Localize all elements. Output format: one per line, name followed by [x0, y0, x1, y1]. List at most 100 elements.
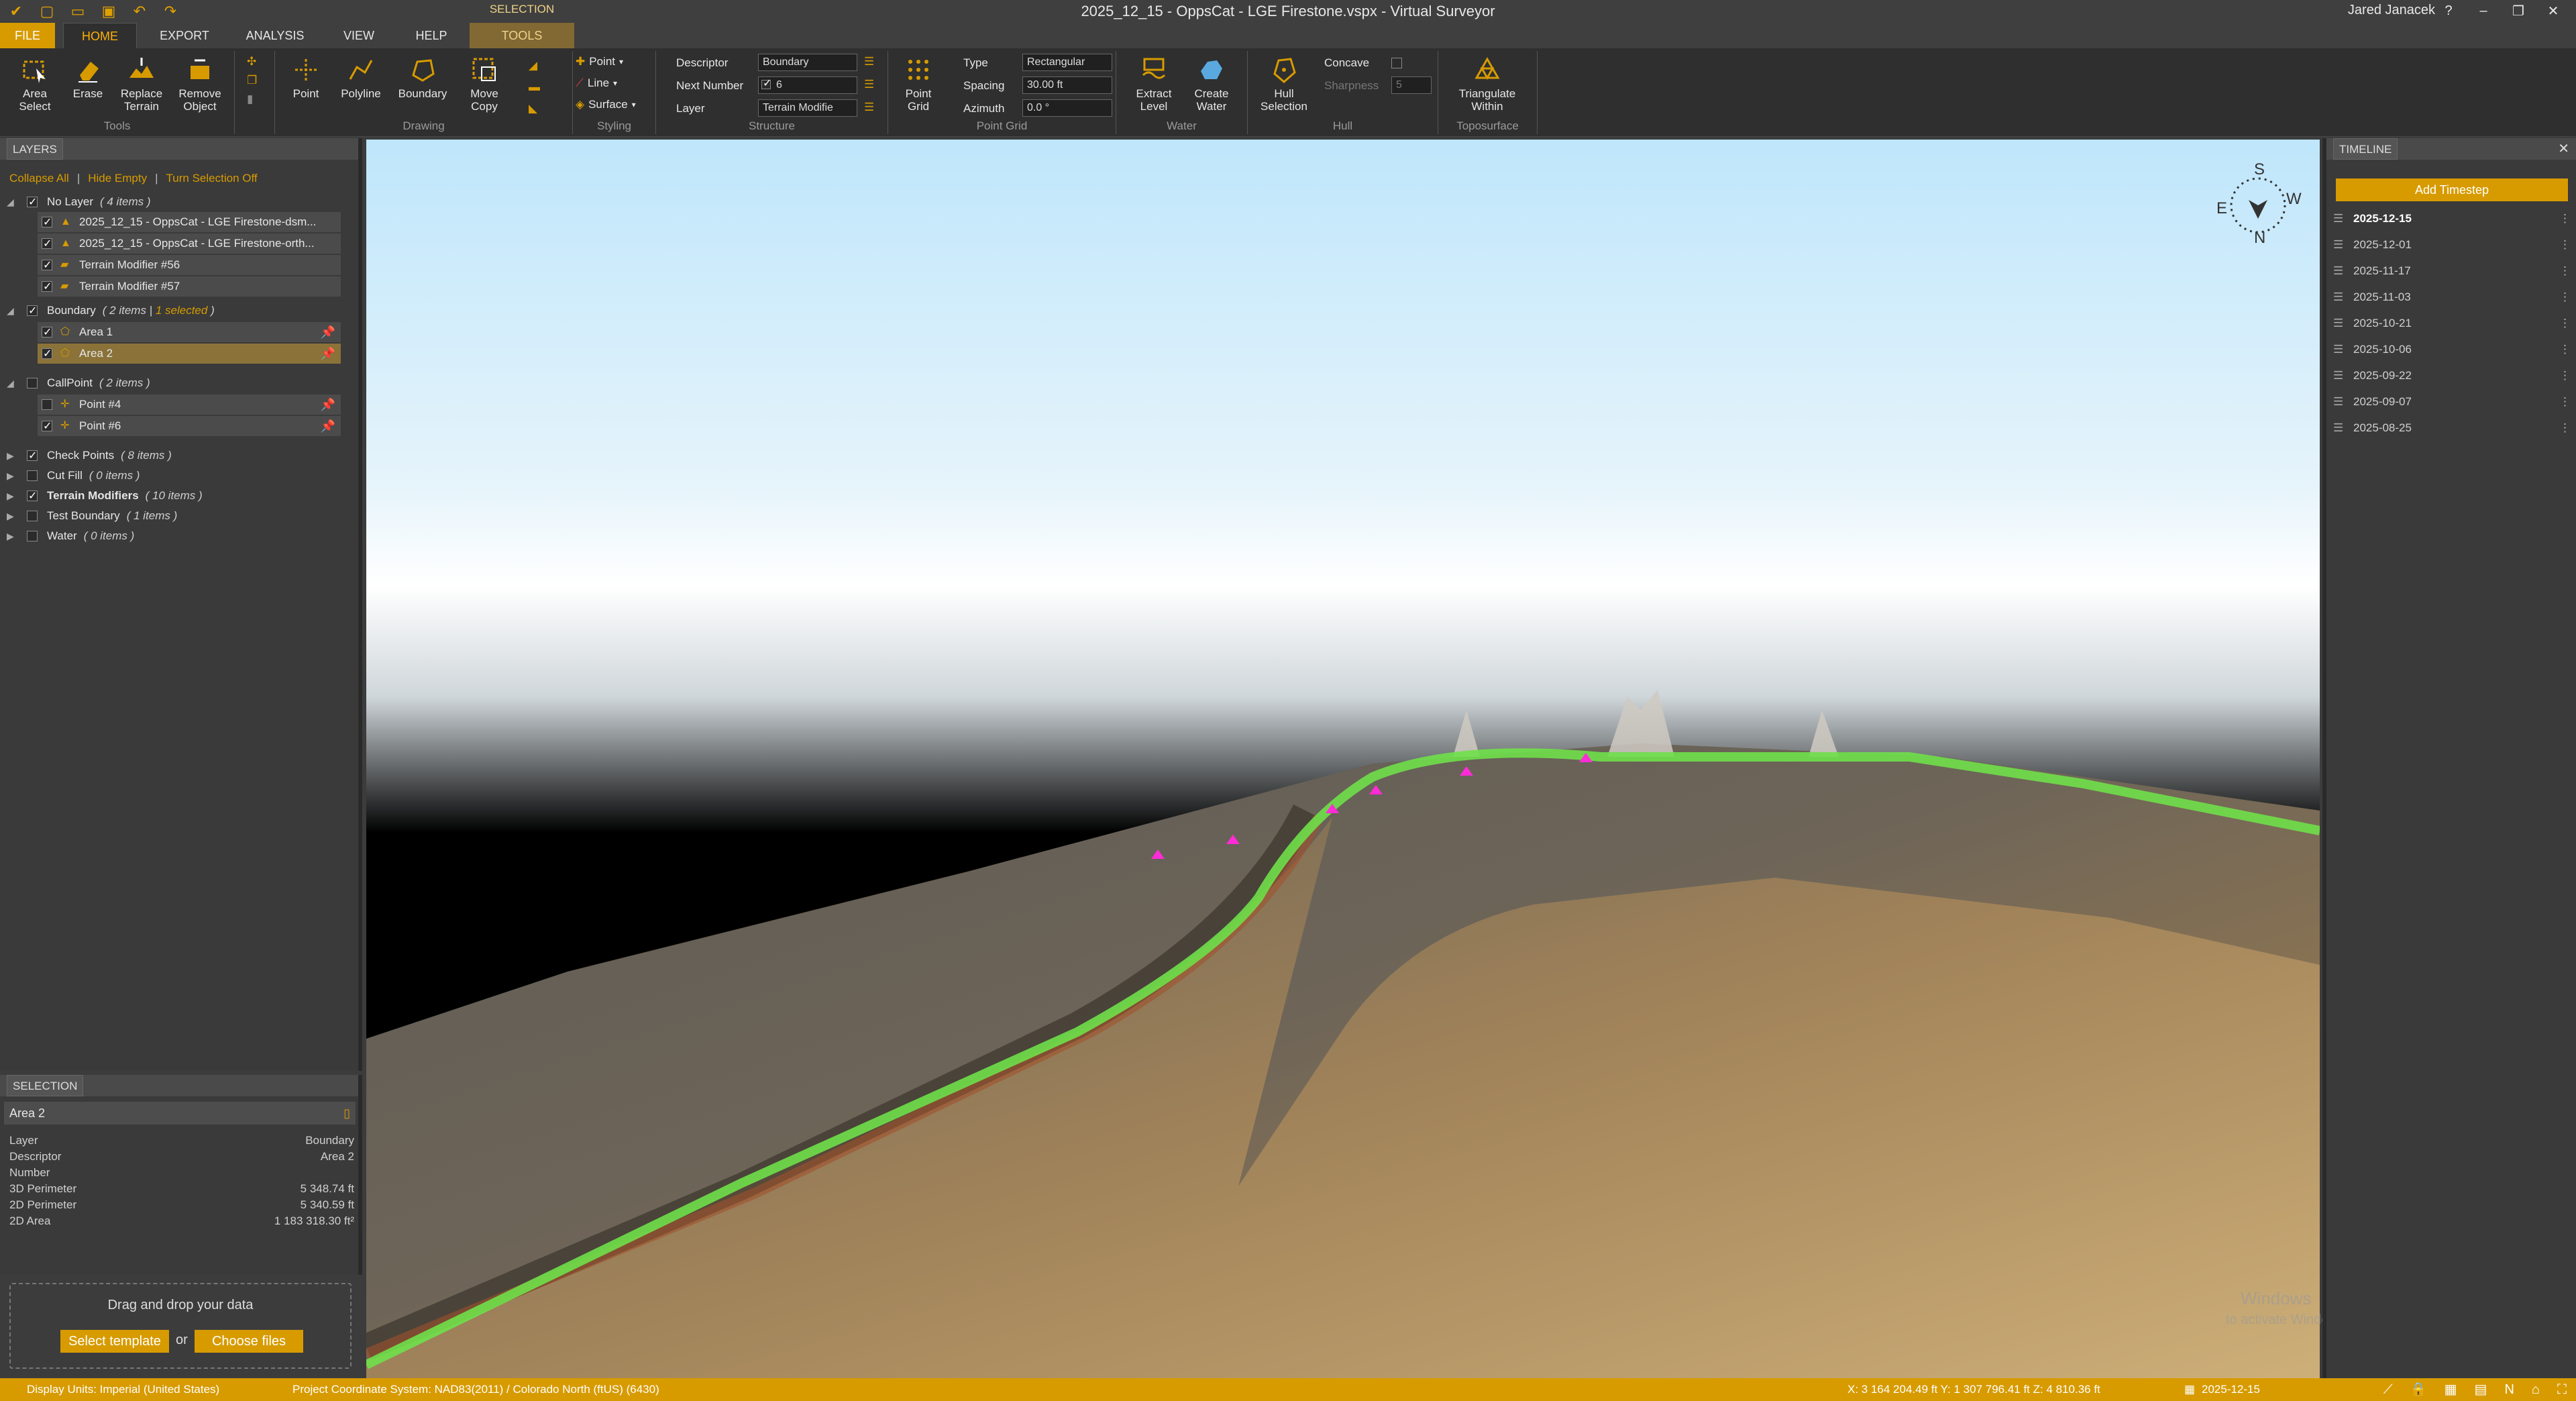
next-number-checkbox[interactable]: [761, 76, 771, 92]
lock-icon[interactable]: 🔒: [2410, 1378, 2427, 1401]
hide-empty-link[interactable]: Hide Empty: [88, 172, 147, 185]
render-icon[interactable]: ▤: [2475, 1378, 2487, 1401]
drag-handle-icon[interactable]: ☰: [2333, 287, 2343, 308]
tab-help[interactable]: HELP: [401, 23, 462, 48]
tab-file[interactable]: FILE: [0, 23, 55, 48]
timeline-item-active[interactable]: ☰ 2025-12-15 ⋮: [2333, 208, 2571, 229]
more-options-icon[interactable]: ⋮: [2559, 260, 2571, 282]
turn-selection-off-link[interactable]: Turn Selection Off: [166, 172, 258, 185]
area-select-button[interactable]: Area Select: [9, 55, 60, 113]
type-dropdown[interactable]: Rectangular: [1022, 54, 1112, 71]
timeline-item[interactable]: ☰ 2025-09-22 ⋮: [2333, 365, 2571, 386]
layer-group-terrain-modifiers[interactable]: ▶ Terrain Modifiers ( 10 items ): [0, 486, 358, 507]
layer-item[interactable]: ⬠ Area 1 📌: [38, 322, 341, 343]
tab-tools[interactable]: TOOLS: [470, 23, 574, 48]
home-view-icon[interactable]: ⌂: [2532, 1378, 2540, 1401]
concave-checkbox[interactable]: [1391, 58, 1402, 68]
close-icon[interactable]: ✕: [2558, 138, 2569, 160]
move-copy-button[interactable]: Move Copy: [460, 55, 508, 113]
collapse-icon[interactable]: ◢: [7, 301, 14, 321]
more-options-icon[interactable]: ⋮: [2559, 365, 2571, 386]
layer-item[interactable]: ✛ Point #6 📌: [38, 416, 341, 437]
pin-icon[interactable]: 📌: [321, 322, 335, 342]
layer-visibility-checkbox[interactable]: [27, 531, 38, 541]
expand-icon[interactable]: ▶: [7, 446, 14, 466]
minimize-icon[interactable]: –: [2466, 0, 2501, 21]
compass[interactable]: S E W N: [2211, 158, 2305, 252]
choose-files-button[interactable]: Choose files: [195, 1330, 303, 1353]
layer-group-no-layer[interactable]: ◢ No Layer ( 4 items ): [0, 192, 358, 213]
tab-view[interactable]: VIEW: [329, 23, 389, 48]
spacing-field[interactable]: 30.00 ft: [1022, 76, 1112, 94]
create-water-button[interactable]: Create Water: [1185, 55, 1238, 113]
tab-analysis[interactable]: ANALYSIS: [235, 23, 315, 48]
style-point-button[interactable]: ✚ Point ▾: [576, 55, 623, 68]
layer-visibility-checkbox[interactable]: [27, 378, 38, 388]
next-number-field[interactable]: 6: [758, 76, 857, 94]
layers-panel-tab[interactable]: LAYERS: [7, 138, 63, 160]
timeline-panel-tab[interactable]: TIMELINE: [2333, 138, 2398, 160]
timeline-item[interactable]: ☰ 2025-09-07 ⋮: [2333, 391, 2571, 413]
copy-icon[interactable]: ❐: [247, 74, 257, 87]
layer-item-checkbox[interactable]: [42, 399, 52, 410]
point-grid-button[interactable]: Point Grid: [898, 55, 939, 113]
user-name[interactable]: Jared Janacek: [2348, 3, 2435, 18]
3d-viewport[interactable]: [366, 140, 2320, 1378]
drag-handle-icon[interactable]: ☰: [2333, 234, 2343, 256]
drag-handle-icon[interactable]: ☰: [2333, 417, 2343, 439]
timeline-item[interactable]: ☰ 2025-11-17 ⋮: [2333, 260, 2571, 282]
drag-handle-icon[interactable]: ☰: [2333, 365, 2343, 386]
expand-icon[interactable]: ▶: [7, 526, 14, 546]
drag-handle-icon[interactable]: ☰: [2333, 313, 2343, 334]
measure-icon[interactable]: ⟋: [2383, 1378, 2393, 1401]
layer-group-test-boundary[interactable]: ▶ Test Boundary ( 1 items ): [0, 506, 358, 526]
elevation-flat-icon[interactable]: ▬: [529, 81, 540, 94]
collapse-icon[interactable]: ◢: [7, 373, 14, 393]
layer-item-checkbox[interactable]: [42, 323, 52, 343]
layer-visibility-checkbox[interactable]: [27, 470, 38, 481]
add-timestep-button[interactable]: Add Timestep: [2336, 178, 2568, 201]
azimuth-field[interactable]: 0.0 °: [1022, 99, 1112, 117]
pin-icon[interactable]: 📌: [321, 395, 335, 415]
delete-selection-icon[interactable]: ▯: [343, 1102, 350, 1125]
layer-visibility-checkbox[interactable]: [27, 193, 38, 213]
drag-handle-icon[interactable]: ☰: [2333, 391, 2343, 413]
tab-home[interactable]: HOME: [63, 23, 137, 48]
layer-group-boundary[interactable]: ◢ Boundary ( 2 items | 1 selected ): [0, 301, 358, 321]
layer-visibility-checkbox[interactable]: [27, 301, 38, 321]
elevation-down-icon[interactable]: ◣: [529, 102, 537, 115]
north-icon[interactable]: N: [2504, 1378, 2514, 1401]
boundary-button[interactable]: Boundary: [393, 55, 452, 100]
help-icon[interactable]: ?: [2431, 0, 2466, 21]
fullscreen-icon[interactable]: ⛶: [2557, 1378, 2567, 1401]
hull-selection-button[interactable]: Hull Selection: [1257, 55, 1311, 113]
more-options-icon[interactable]: ⋮: [2559, 287, 2571, 308]
delete-icon[interactable]: ▮: [247, 93, 253, 106]
layer-item[interactable]: ▰ Terrain Modifier #57: [38, 276, 341, 297]
layer-group-check-points[interactable]: ▶ Check Points ( 8 items ): [0, 446, 358, 466]
replace-terrain-button[interactable]: Replace Terrain: [114, 55, 169, 113]
selection-panel-tab[interactable]: SELECTION: [7, 1075, 84, 1096]
layer-visibility-checkbox[interactable]: [27, 486, 38, 507]
more-options-icon[interactable]: ⋮: [2559, 339, 2571, 360]
more-options-icon[interactable]: ⋮: [2559, 208, 2571, 229]
pin-icon[interactable]: 📌: [321, 416, 335, 436]
expand-icon[interactable]: ▶: [7, 466, 14, 486]
layer-group-callpoint[interactable]: ◢ CallPoint ( 2 items ): [0, 373, 358, 393]
display-units[interactable]: Display Units: Imperial (United States): [27, 1378, 219, 1401]
extract-level-button[interactable]: Extract Level: [1127, 55, 1181, 113]
timeline-item[interactable]: ☰ 2025-11-03 ⋮: [2333, 287, 2571, 308]
maximize-icon[interactable]: ❐: [2501, 0, 2536, 21]
sharpness-field[interactable]: 5: [1391, 76, 1432, 94]
layer-item-checkbox[interactable]: [42, 417, 52, 437]
layer-dropdown[interactable]: Terrain Modifie: [758, 99, 857, 117]
layer-group-cut-fill[interactable]: ▶ Cut Fill ( 0 items ): [0, 466, 358, 486]
more-options-icon[interactable]: ⋮: [2559, 234, 2571, 256]
layer-item-checkbox[interactable]: [42, 256, 52, 276]
timeline-item[interactable]: ☰ 2025-08-25 ⋮: [2333, 417, 2571, 439]
polyline-button[interactable]: Polyline: [335, 55, 386, 100]
layer-item[interactable]: ✛ Point #4 📌: [38, 395, 341, 415]
pin-icon[interactable]: 📌: [321, 344, 335, 364]
select-template-button[interactable]: Select template: [60, 1330, 169, 1353]
descriptor-field[interactable]: Boundary: [758, 54, 857, 71]
